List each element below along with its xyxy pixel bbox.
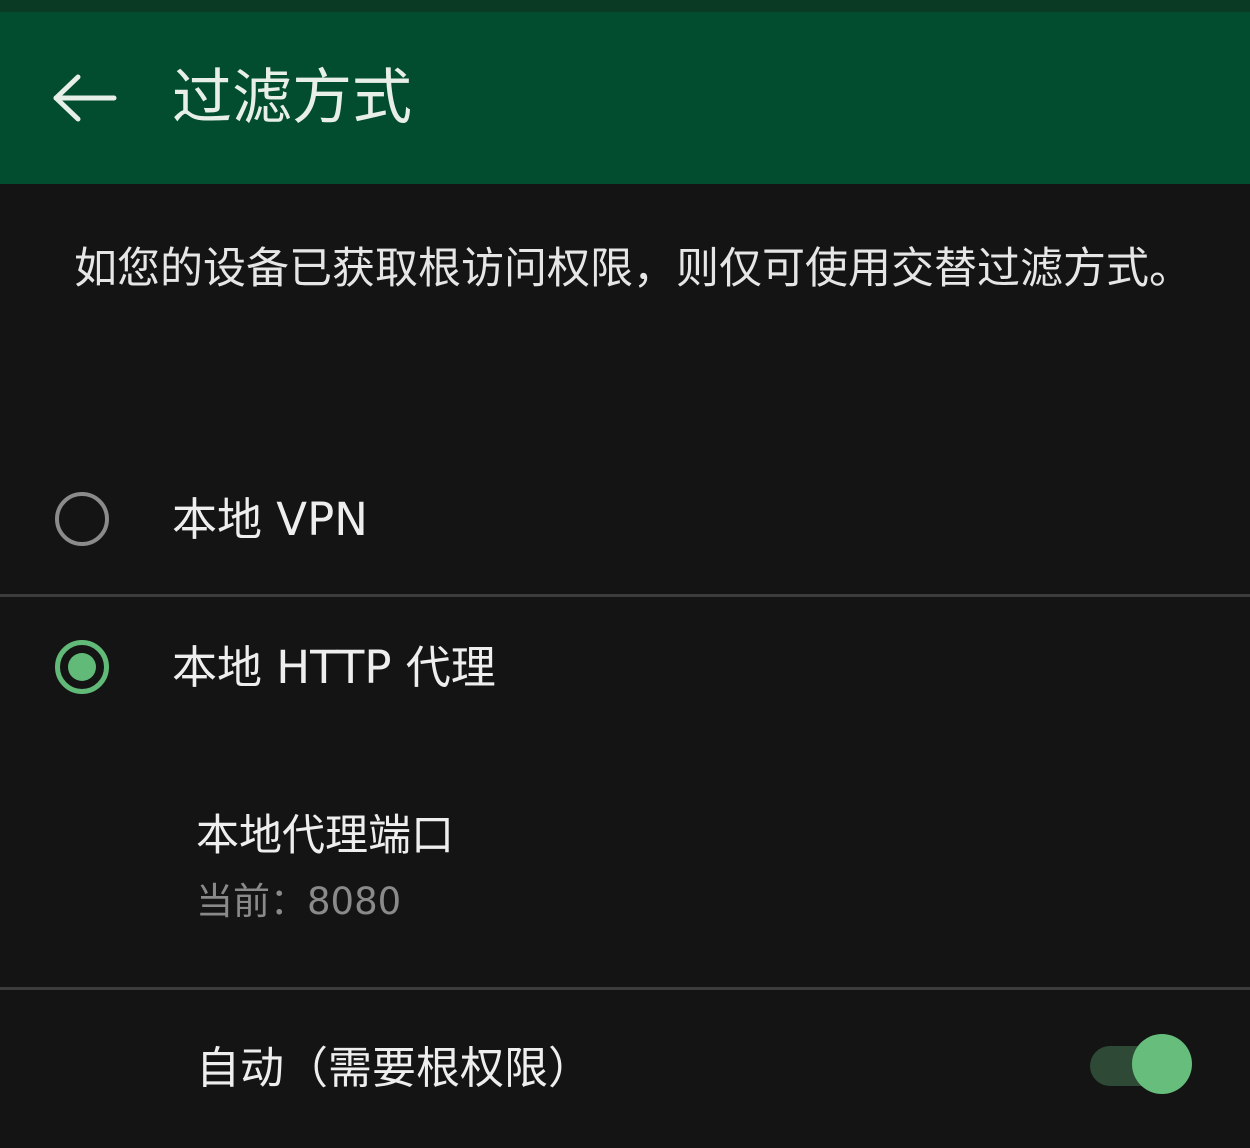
description-text: 如您的设备已获取根访问权限，则仅可使用交替过滤方式。 bbox=[74, 244, 1192, 294]
auto-root-toggle[interactable] bbox=[1090, 1034, 1194, 1094]
divider bbox=[0, 594, 1250, 597]
arrow-left-icon bbox=[53, 74, 117, 122]
proxy-port-title: 本地代理端口 bbox=[196, 811, 454, 861]
proxy-port-summary: 当前：8080 bbox=[196, 880, 402, 923]
app-bar: 过滤方式 bbox=[0, 12, 1250, 184]
radio-checked-icon[interactable] bbox=[55, 640, 109, 694]
radio-unchecked-icon[interactable] bbox=[55, 492, 109, 546]
radio-option-local-http-proxy[interactable]: 本地 HTTP 代理 bbox=[0, 600, 1250, 740]
divider bbox=[0, 987, 1250, 990]
auto-root-label: 自动（需要根权限） bbox=[196, 1043, 592, 1094]
radio-label: 本地 HTTP 代理 bbox=[172, 641, 496, 694]
auto-root-setting: 自动（需要根权限） bbox=[0, 1000, 1250, 1148]
toggle-thumb bbox=[1132, 1034, 1192, 1094]
radio-label: 本地 VPN bbox=[172, 493, 368, 546]
status-bar bbox=[0, 0, 1250, 12]
radio-option-local-vpn[interactable]: 本地 VPN bbox=[0, 470, 1250, 594]
proxy-port-setting[interactable]: 本地代理端口 当前：8080 bbox=[0, 790, 1250, 950]
back-button[interactable] bbox=[40, 58, 130, 138]
page-title: 过滤方式 bbox=[172, 63, 412, 133]
